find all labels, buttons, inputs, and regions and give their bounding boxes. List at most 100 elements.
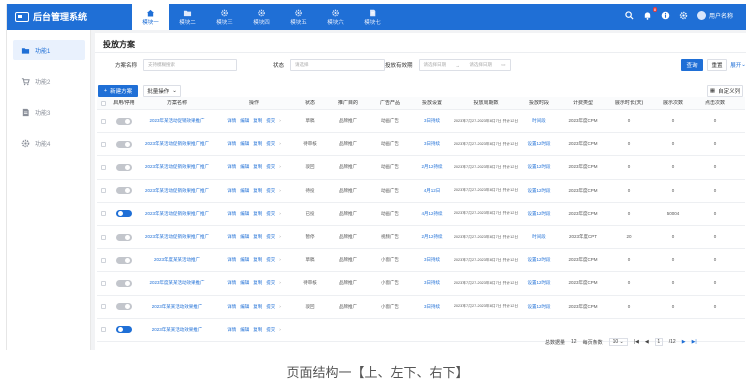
submit-link[interactable]: 提交 bbox=[266, 257, 275, 263]
row-checkbox[interactable] bbox=[100, 327, 106, 333]
row-checkbox[interactable] bbox=[100, 141, 106, 147]
row-checkbox[interactable] bbox=[100, 211, 106, 217]
module-tab-2[interactable]: 模块二 bbox=[169, 4, 206, 30]
expand-button[interactable]: 展开 ⌄ bbox=[729, 59, 746, 71]
submit-link[interactable]: 提交 bbox=[266, 118, 275, 124]
cell-time[interactable]: 设置12时段 bbox=[519, 188, 559, 194]
row-checkbox[interactable] bbox=[100, 257, 106, 263]
cell-time[interactable]: 设置12时段 bbox=[519, 304, 559, 310]
prev-page-icon[interactable]: ◀ bbox=[645, 339, 649, 345]
edit-link[interactable]: 编辑 bbox=[240, 211, 249, 217]
copy-link[interactable]: 复制 bbox=[253, 257, 262, 263]
edit-link[interactable]: 编辑 bbox=[240, 304, 249, 310]
module-tab-6[interactable]: 模块六 bbox=[317, 4, 354, 30]
plan-name-link[interactable]: 2023年度某某活动推广 bbox=[139, 257, 215, 263]
date-range-input[interactable]: 请选择日期 → 请选择日期 ▭ bbox=[418, 59, 511, 71]
search-button[interactable]: 查询 bbox=[681, 59, 703, 71]
plan-name-link[interactable]: 2023年某活动促销效果推广 bbox=[139, 118, 215, 124]
edit-link[interactable]: 编辑 bbox=[240, 327, 249, 333]
copy-link[interactable]: 复制 bbox=[253, 304, 262, 310]
last-page-icon[interactable]: ▶| bbox=[692, 339, 697, 345]
edit-link[interactable]: 编辑 bbox=[240, 257, 249, 263]
cell-time[interactable]: 时间段 bbox=[519, 234, 559, 240]
detail-link[interactable]: 详情 bbox=[227, 188, 236, 194]
sidebar-item-1[interactable]: 功能1 bbox=[13, 40, 85, 60]
cell-time[interactable]: 时间段 bbox=[519, 118, 559, 124]
row-checkbox[interactable] bbox=[100, 188, 106, 194]
first-page-icon[interactable]: |◀ bbox=[634, 339, 639, 345]
detail-link[interactable]: 详情 bbox=[227, 327, 236, 333]
copy-link[interactable]: 复制 bbox=[253, 327, 262, 333]
cell-time[interactable]: 设置12时段 bbox=[519, 141, 559, 147]
plan-name-link[interactable]: 2023年某活动促销效果推广推广 bbox=[139, 141, 215, 147]
module-tab-5[interactable]: 模块五 bbox=[280, 4, 317, 30]
chevron-right-icon[interactable]: › bbox=[279, 164, 281, 170]
plan-name-link[interactable]: 2023年某活动促销效果推广推广 bbox=[139, 234, 215, 240]
copy-link[interactable]: 复制 bbox=[253, 211, 262, 217]
sidebar-item-4[interactable]: 功能4 bbox=[13, 133, 85, 153]
name-input[interactable]: 支持模糊搜索 bbox=[143, 59, 238, 71]
cell-setting[interactable]: 4月12日 bbox=[411, 188, 453, 194]
copy-link[interactable]: 复制 bbox=[253, 141, 262, 147]
detail-link[interactable]: 详情 bbox=[227, 304, 236, 310]
submit-link[interactable]: 提交 bbox=[266, 164, 275, 170]
plan-name-link[interactable]: 2023年某活动促销效果推广推广 bbox=[139, 211, 215, 217]
enable-toggle[interactable] bbox=[116, 210, 132, 218]
edit-link[interactable]: 编辑 bbox=[240, 280, 249, 286]
copy-link[interactable]: 复制 bbox=[253, 280, 262, 286]
submit-link[interactable]: 提交 bbox=[266, 234, 275, 240]
row-checkbox[interactable] bbox=[100, 164, 106, 170]
module-tab-3[interactable]: 模块三 bbox=[206, 4, 243, 30]
enable-toggle[interactable] bbox=[116, 303, 132, 311]
detail-link[interactable]: 详情 bbox=[227, 211, 236, 217]
copy-link[interactable]: 复制 bbox=[253, 164, 262, 170]
plan-name-link[interactable]: 2023年某某活动效果推广 bbox=[139, 327, 215, 333]
custom-columns-button[interactable]: ▦ 自定义列 bbox=[707, 85, 743, 97]
add-plan-button[interactable]: + 新建方案 bbox=[98, 85, 138, 97]
cell-time[interactable]: 设置12时段 bbox=[519, 280, 559, 286]
cell-setting[interactable]: 3日持续 bbox=[411, 118, 453, 124]
cell-setting[interactable]: 3日持续 bbox=[411, 304, 453, 310]
chevron-right-icon[interactable]: › bbox=[279, 141, 281, 147]
submit-link[interactable]: 提交 bbox=[266, 141, 275, 147]
cell-setting[interactable]: 3日持续 bbox=[411, 257, 453, 263]
edit-link[interactable]: 编辑 bbox=[240, 234, 249, 240]
chevron-right-icon[interactable]: › bbox=[279, 118, 281, 124]
cell-setting[interactable]: 3日持续 bbox=[411, 280, 453, 286]
plan-name-link[interactable]: 2023年某活动促销效果推广推广 bbox=[139, 188, 215, 194]
enable-toggle[interactable] bbox=[116, 163, 132, 171]
submit-link[interactable]: 提交 bbox=[266, 327, 275, 333]
detail-link[interactable]: 详情 bbox=[227, 280, 236, 286]
detail-link[interactable]: 详情 bbox=[227, 141, 236, 147]
copy-link[interactable]: 复制 bbox=[253, 188, 262, 194]
cell-time[interactable]: 设置12时段 bbox=[519, 164, 559, 170]
plan-name-link[interactable]: 2023年度某某活动效果推广 bbox=[139, 280, 215, 286]
row-checkbox[interactable] bbox=[100, 304, 106, 310]
chevron-right-icon[interactable]: › bbox=[279, 234, 281, 240]
submit-link[interactable]: 提交 bbox=[266, 280, 275, 286]
row-checkbox[interactable] bbox=[100, 280, 106, 286]
enable-toggle[interactable] bbox=[116, 140, 132, 148]
edit-link[interactable]: 编辑 bbox=[240, 141, 249, 147]
enable-toggle[interactable] bbox=[116, 256, 132, 264]
row-checkbox[interactable] bbox=[100, 118, 106, 124]
enable-toggle[interactable] bbox=[116, 233, 132, 241]
chevron-right-icon[interactable]: › bbox=[279, 280, 281, 286]
detail-link[interactable]: 详情 bbox=[227, 164, 236, 170]
reset-button[interactable]: 重置 bbox=[707, 59, 727, 71]
plan-name-link[interactable]: 2023年某活动促销效果推广推广 bbox=[139, 164, 215, 170]
edit-link[interactable]: 编辑 bbox=[240, 118, 249, 124]
enable-toggle[interactable] bbox=[116, 187, 132, 195]
cell-time[interactable]: 设置12时段 bbox=[519, 257, 559, 263]
chevron-right-icon[interactable]: › bbox=[279, 304, 281, 310]
sidebar-item-2[interactable]: 功能2 bbox=[13, 71, 85, 91]
user-menu[interactable]: 用户名称 bbox=[696, 11, 733, 20]
cell-time[interactable]: 设置12时段 bbox=[519, 211, 559, 217]
info-icon[interactable] bbox=[661, 11, 670, 20]
module-tab-1[interactable]: 模块一 bbox=[132, 4, 169, 30]
cell-setting[interactable]: 2月12持续 bbox=[411, 234, 453, 240]
sidebar-item-3[interactable]: 功能3 bbox=[13, 102, 85, 122]
edit-link[interactable]: 编辑 bbox=[240, 188, 249, 194]
cell-setting[interactable]: 3日持续 bbox=[411, 141, 453, 147]
module-tab-7[interactable]: 模块七 bbox=[354, 4, 391, 30]
